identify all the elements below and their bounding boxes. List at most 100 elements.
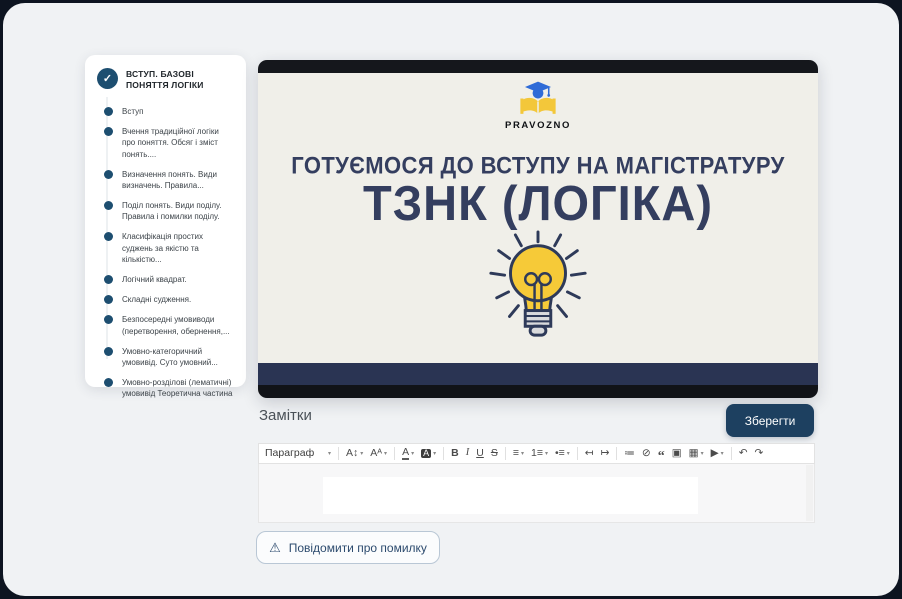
editor-content-area[interactable] bbox=[258, 464, 815, 523]
bullet-icon bbox=[104, 170, 113, 179]
chevron-down-icon: ▾ bbox=[360, 451, 363, 457]
lesson-item[interactable]: Визначення понять. Види визначень. Прави… bbox=[97, 169, 234, 191]
bullet-icon bbox=[104, 275, 113, 284]
font-family-button[interactable]: Aᴬ▾ bbox=[370, 448, 387, 459]
graduate-reading-book-icon bbox=[515, 80, 561, 117]
lesson-item-label: Умовно-розділові (лематичні) умовивід Те… bbox=[122, 377, 234, 399]
lesson-item[interactable]: Вступ bbox=[97, 106, 234, 117]
notes-label: Замітки bbox=[259, 407, 312, 424]
todo-list-button[interactable]: ≔ bbox=[624, 448, 635, 459]
lesson-item[interactable]: Вчення традиційної логіки про поняття. О… bbox=[97, 126, 234, 160]
module-title: ВСТУП. БАЗОВІ ПОНЯТТЯ ЛОГІКИ bbox=[126, 68, 234, 92]
lesson-item[interactable]: Безпосередні умовиводи (перетворення, об… bbox=[97, 314, 234, 336]
editor-toolbar: Параграф▾A↕▾Aᴬ▾A▾A▾BIUS≡▾1≡▾•≡▾↤↦≔⊘“▣▦▾▶… bbox=[258, 443, 815, 464]
strikethrough-button[interactable]: S bbox=[491, 448, 498, 459]
indent-button[interactable]: ↦ bbox=[601, 448, 610, 459]
chevron-down-icon: ▾ bbox=[701, 451, 704, 457]
chevron-down-icon: ▾ bbox=[545, 451, 548, 457]
lesson-item-label: Складні судження. bbox=[122, 294, 191, 305]
numbered-list-button[interactable]: 1≡▾ bbox=[531, 448, 548, 459]
brand-name: PRAVOZNO bbox=[505, 120, 571, 131]
lightbulb-illustration bbox=[479, 230, 597, 342]
player-top-bar bbox=[258, 60, 818, 73]
highlight-color-button[interactable]: A▾ bbox=[421, 449, 436, 458]
lesson-item[interactable]: Умовно-розділові (лематичні) умовивід Те… bbox=[97, 377, 234, 399]
toolbar-separator bbox=[505, 447, 506, 460]
save-button[interactable]: Зберегти bbox=[726, 404, 814, 437]
bullet-icon bbox=[104, 127, 113, 136]
lesson-item-label: Умовно-категоричний умовивід. Суто умовн… bbox=[122, 346, 234, 368]
chevron-down-icon: ▾ bbox=[567, 451, 570, 457]
block-quote-icon: “ bbox=[658, 454, 665, 460]
toolbar-separator bbox=[616, 447, 617, 460]
chevron-down-icon: ▾ bbox=[433, 451, 436, 457]
redo-button[interactable]: ↷ bbox=[755, 448, 764, 459]
paragraph-style-select[interactable]: Параграф▾ bbox=[265, 448, 331, 459]
player-bottom-bar bbox=[258, 385, 818, 398]
font-size-icon: A↕ bbox=[346, 448, 358, 459]
chevron-down-icon: ▾ bbox=[384, 451, 387, 457]
lesson-item-label: Вчення традиційної логіки про поняття. О… bbox=[122, 126, 234, 160]
slide-title-line2: ТЗНК (ЛОГІКА) bbox=[363, 178, 713, 227]
report-error-label: Повідомити про помилку bbox=[289, 541, 427, 555]
editor-page[interactable] bbox=[323, 477, 698, 514]
app-window: ✓ ВСТУП. БАЗОВІ ПОНЯТТЯ ЛОГІКИ Вступ Вче… bbox=[3, 3, 899, 596]
font-family-icon: Aᴬ bbox=[370, 448, 382, 459]
undo-icon: ↶ bbox=[739, 448, 748, 459]
lesson-item[interactable]: Поділ понять. Види поділу. Правила і пом… bbox=[97, 200, 234, 222]
chevron-down-icon: ▾ bbox=[411, 451, 414, 457]
chevron-down-icon: ▾ bbox=[721, 451, 724, 457]
lesson-sidebar: ✓ ВСТУП. БАЗОВІ ПОНЯТТЯ ЛОГІКИ Вступ Вче… bbox=[85, 55, 246, 387]
insert-media-icon: ▶ bbox=[711, 448, 719, 459]
underline-icon: U bbox=[476, 448, 484, 459]
italic-icon: I bbox=[466, 448, 470, 459]
indent-icon: ↦ bbox=[601, 448, 610, 459]
lesson-item[interactable]: Логічний квадрат. bbox=[97, 274, 234, 285]
outdent-button[interactable]: ↤ bbox=[585, 448, 594, 459]
numbered-list-icon: 1≡ bbox=[531, 448, 543, 459]
underline-button[interactable]: U bbox=[476, 448, 484, 459]
slide-viewer[interactable]: PRAVOZNO ГОТУЄМОСЯ ДО ВСТУПУ НА МАГІСТРА… bbox=[258, 60, 818, 398]
bullet-icon bbox=[104, 315, 113, 324]
font-color-button[interactable]: A▾ bbox=[402, 447, 414, 460]
slide-content: PRAVOZNO ГОТУЄМОСЯ ДО ВСТУПУ НА МАГІСТРА… bbox=[258, 73, 818, 363]
report-error-button[interactable]: ⚠ Повідомити про помилку bbox=[256, 531, 440, 564]
text-align-button[interactable]: ≡▾ bbox=[513, 448, 524, 459]
link-button[interactable]: ⊘ bbox=[642, 448, 651, 459]
highlight-color-icon: A bbox=[421, 449, 431, 458]
insert-table-button[interactable]: ▦▾ bbox=[689, 448, 704, 459]
lesson-item-label: Класифікація простих суджень за якістю т… bbox=[122, 231, 234, 265]
insert-media-button[interactable]: ▶▾ bbox=[711, 448, 724, 459]
font-size-button[interactable]: A↕▾ bbox=[346, 448, 363, 459]
module-header[interactable]: ✓ ВСТУП. БАЗОВІ ПОНЯТТЯ ЛОГІКИ bbox=[97, 68, 234, 92]
outdent-icon: ↤ bbox=[585, 448, 594, 459]
toolbar-separator bbox=[394, 447, 395, 460]
paragraph-style-icon: Параграф bbox=[265, 448, 314, 459]
bullet-icon bbox=[104, 232, 113, 241]
bold-icon: B bbox=[451, 448, 459, 459]
undo-button[interactable]: ↶ bbox=[739, 448, 748, 459]
insert-image-button[interactable]: ▣ bbox=[672, 448, 682, 459]
lesson-item[interactable]: Класифікація простих суджень за якістю т… bbox=[97, 231, 234, 265]
lesson-item-label: Вступ bbox=[122, 106, 143, 117]
bullet-icon bbox=[104, 295, 113, 304]
insert-image-icon: ▣ bbox=[672, 448, 682, 459]
bullet-icon bbox=[104, 347, 113, 356]
strikethrough-icon: S bbox=[491, 448, 498, 459]
lesson-item-label: Безпосередні умовиводи (перетворення, об… bbox=[122, 314, 234, 336]
slide-navy-strip bbox=[258, 363, 818, 385]
toolbar-separator bbox=[338, 447, 339, 460]
lesson-item[interactable]: Складні судження. bbox=[97, 294, 234, 305]
toolbar-separator bbox=[443, 447, 444, 460]
bullet-icon bbox=[104, 201, 113, 210]
text-align-icon: ≡ bbox=[513, 448, 519, 459]
bulleted-list-button[interactable]: •≡▾ bbox=[555, 448, 570, 459]
bulleted-list-icon: •≡ bbox=[555, 448, 565, 459]
warning-icon: ⚠ bbox=[269, 541, 281, 554]
block-quote-button[interactable]: “ bbox=[658, 451, 665, 457]
lesson-item-label: Поділ понять. Види поділу. Правила і пом… bbox=[122, 200, 234, 222]
italic-button[interactable]: I bbox=[466, 448, 470, 459]
editor-scrollbar[interactable] bbox=[806, 465, 813, 521]
bold-button[interactable]: B bbox=[451, 448, 459, 459]
lesson-item[interactable]: Умовно-категоричний умовивід. Суто умовн… bbox=[97, 346, 234, 368]
